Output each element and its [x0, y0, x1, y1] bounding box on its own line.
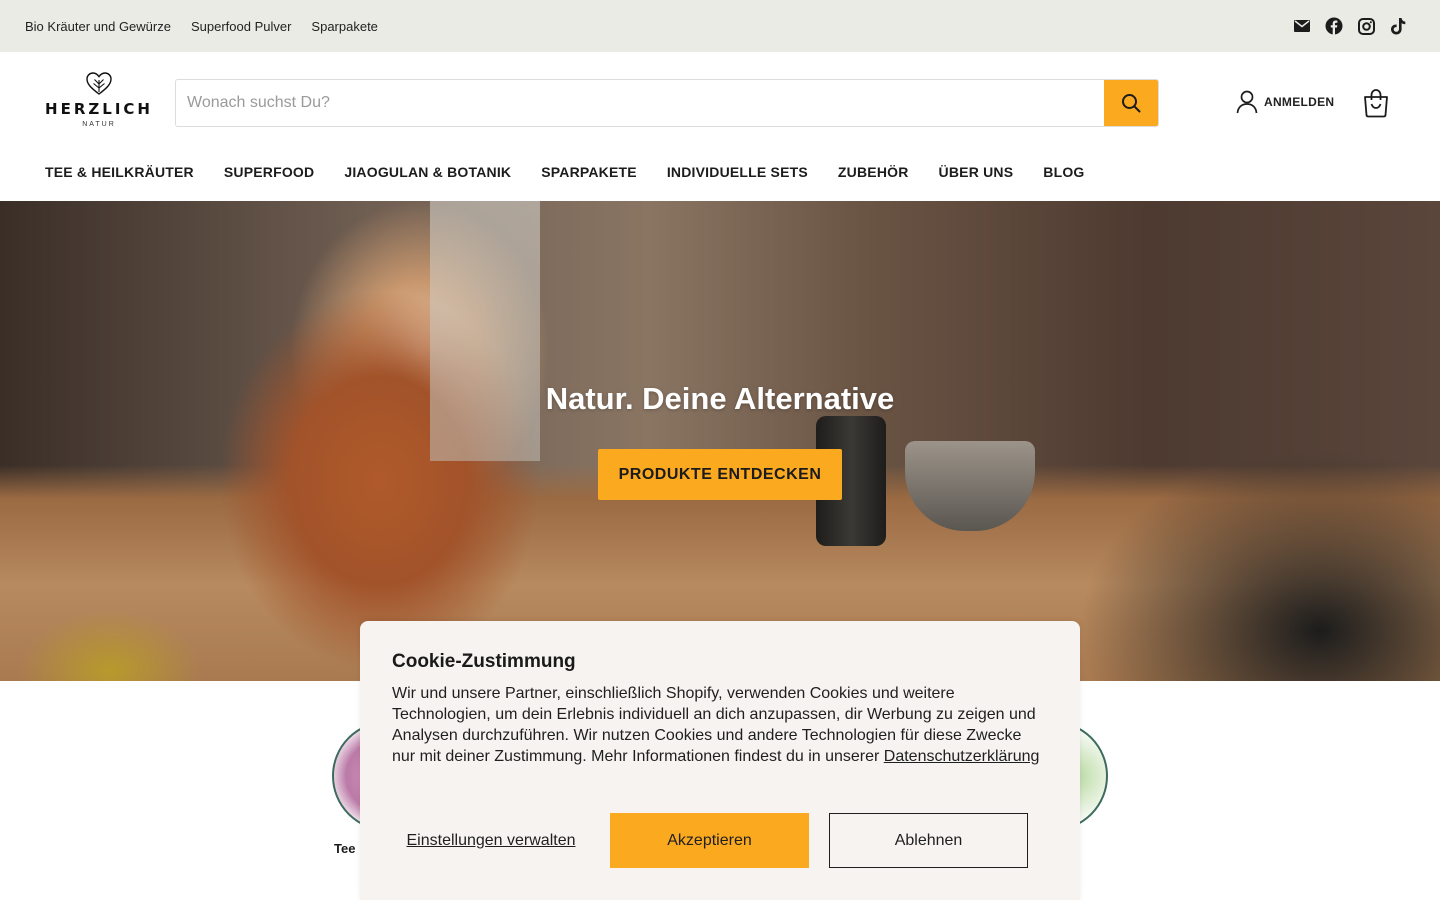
cookie-text: Wir und unsere Partner, einschließlich S…	[392, 683, 1048, 767]
nav-item-sets[interactable]: INDIVIDUELLE SETS	[667, 164, 808, 180]
heart-leaf-logo-icon	[86, 72, 112, 95]
instagram-icon[interactable]	[1357, 17, 1375, 35]
nav-item-jiaogulan[interactable]: JIAOGULAN & BOTANIK	[344, 164, 511, 180]
top-link-kraeuter[interactable]: Bio Kräuter und Gewürze	[25, 19, 171, 34]
mail-icon[interactable]	[1293, 17, 1311, 35]
nav-item-sparpakete[interactable]: SPARPAKETE	[541, 164, 637, 180]
top-bar: Bio Kräuter und Gewürze Superfood Pulver…	[0, 0, 1440, 52]
main-nav: TEE & HEILKRÄUTER SUPERFOOD JIAOGULAN & …	[45, 152, 1085, 192]
nav-item-blog[interactable]: BLOG	[1043, 164, 1084, 180]
search-input[interactable]	[176, 80, 1104, 126]
nav-item-zubehoer[interactable]: ZUBEHÖR	[838, 164, 909, 180]
cookie-actions: Einstellungen verwalten Akzeptieren Able…	[392, 813, 1048, 868]
manage-settings-button[interactable]: Einstellungen verwalten	[392, 813, 590, 868]
facebook-icon[interactable]	[1325, 17, 1343, 35]
logo-subtitle: NATUR	[82, 121, 116, 128]
category-label: Tee	[334, 841, 356, 856]
accept-button[interactable]: Akzeptieren	[610, 813, 809, 868]
account-link[interactable]: ANMELDEN	[1236, 90, 1334, 114]
top-link-sparpakete[interactable]: Sparpakete	[311, 19, 378, 34]
user-icon	[1236, 90, 1258, 114]
discover-products-button[interactable]: PRODUKTE ENTDECKEN	[598, 449, 842, 500]
decline-button[interactable]: Ablehnen	[829, 813, 1028, 868]
shopping-bag-icon	[1364, 89, 1388, 118]
hero-banner: Natur. Deine Alternative PRODUKTE ENTDEC…	[0, 201, 1440, 681]
top-link-superfood[interactable]: Superfood Pulver	[191, 19, 291, 34]
search-icon	[1122, 94, 1141, 113]
cookie-title: Cookie-Zustimmung	[392, 651, 576, 672]
cart-button[interactable]	[1362, 88, 1390, 118]
nav-item-superfood[interactable]: SUPERFOOD	[224, 164, 314, 180]
site-header: HERZLICH NATUR ANMELDEN	[0, 52, 1440, 152]
hero-photo-bowl	[905, 441, 1035, 531]
herzlich-logo[interactable]: HERZLICH NATUR	[44, 72, 154, 134]
search-button[interactable]	[1104, 80, 1158, 126]
nav-item-ueber-uns[interactable]: ÜBER UNS	[939, 164, 1014, 180]
top-links: Bio Kräuter und Gewürze Superfood Pulver…	[25, 19, 378, 34]
nav-item-tee[interactable]: TEE & HEILKRÄUTER	[45, 164, 194, 180]
search-bar	[175, 79, 1159, 127]
account-label: ANMELDEN	[1264, 95, 1335, 109]
tiktok-icon[interactable]	[1389, 17, 1407, 35]
logo-wordmark: HERZLICH	[45, 100, 153, 118]
social-links	[1293, 17, 1415, 35]
hero-photo-window	[430, 201, 540, 461]
hero-title: Natur. Deine Alternative	[545, 381, 895, 416]
cookie-consent-dialog: Cookie-Zustimmung Wir und unsere Partner…	[360, 621, 1080, 900]
privacy-policy-link[interactable]: Datenschutzerklärung	[884, 748, 1040, 765]
